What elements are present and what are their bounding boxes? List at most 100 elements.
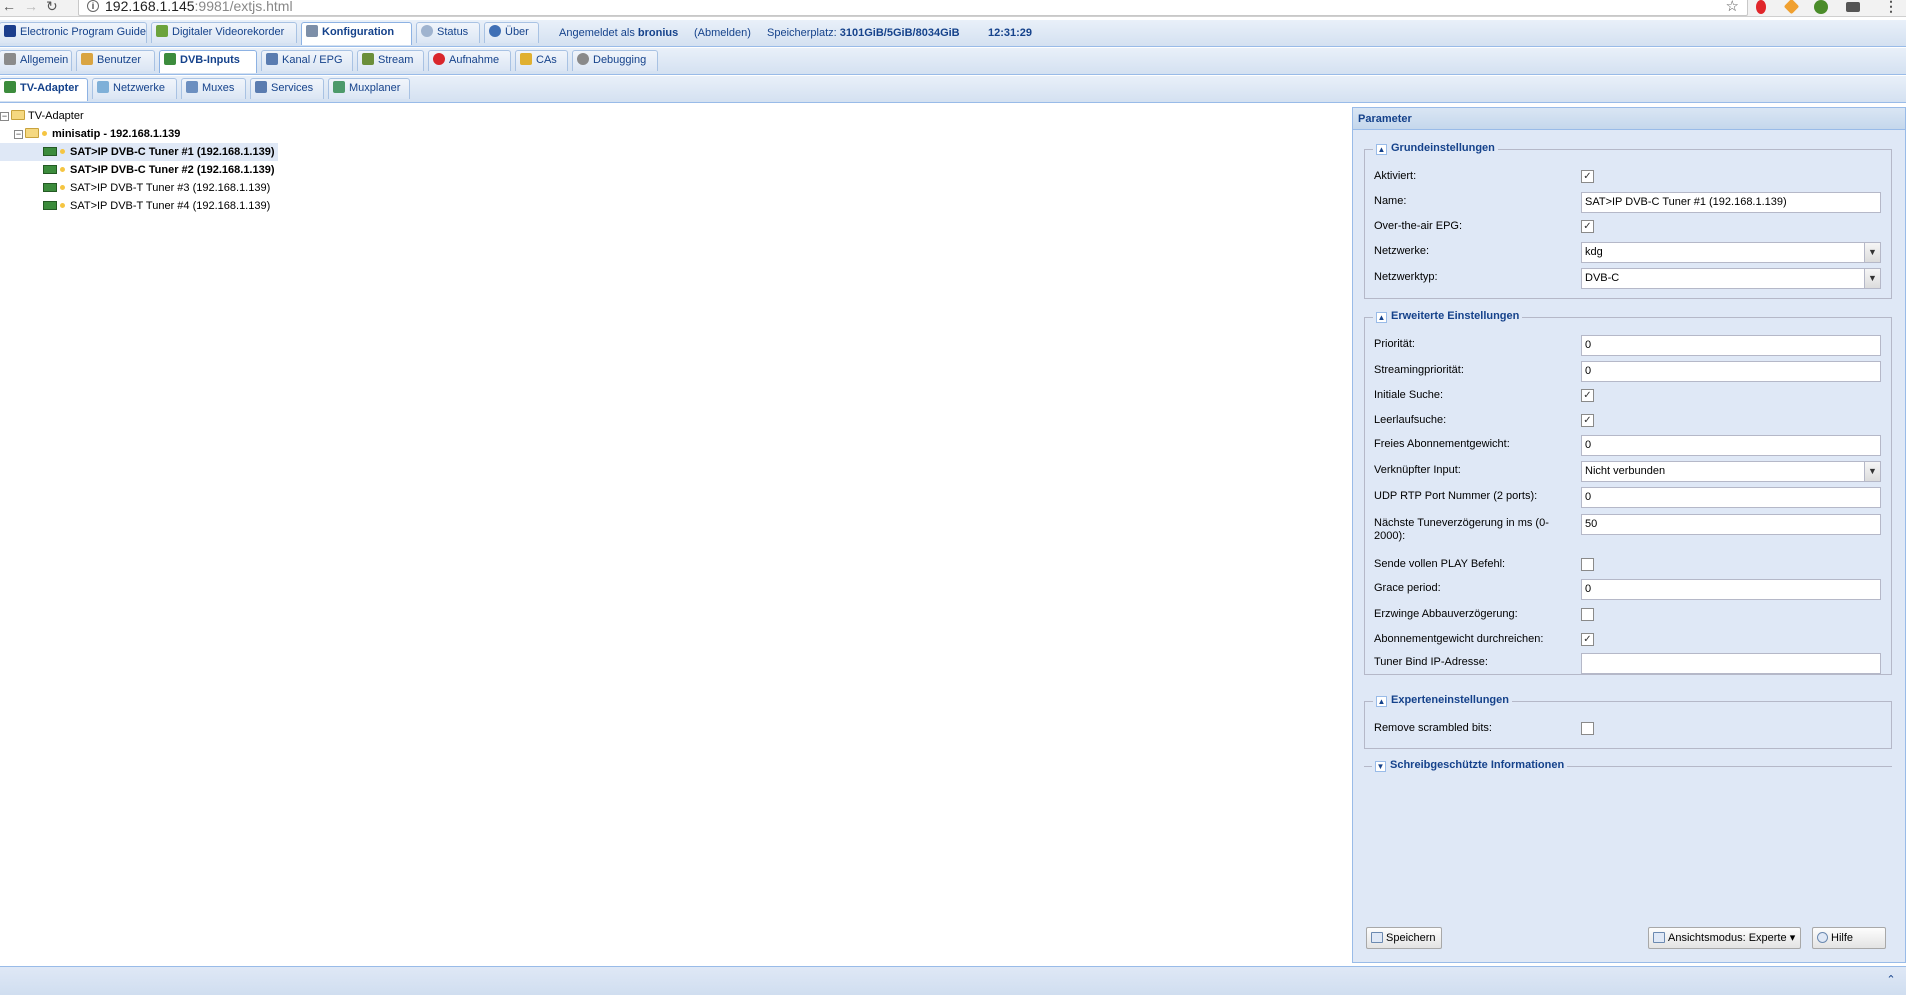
aktiviert-checkbox[interactable]: ✓ xyxy=(1581,170,1594,183)
collapse-icon[interactable]: − xyxy=(0,112,9,121)
forward-arrow-icon[interactable]: → xyxy=(24,0,38,13)
tuner-card-icon xyxy=(43,201,57,210)
dropdown-arrow-icon: ▾ xyxy=(1789,932,1796,944)
double-chevron-up-icon[interactable]: ⌃ xyxy=(1884,974,1898,988)
row-abo-durch: Abonnementgewicht durchreichen: ✓ xyxy=(1374,630,1886,650)
browser-toolbar: ← → ↻ i 192.168.1.145:9981/extjs.html ☆ … xyxy=(0,0,1906,17)
star-icon[interactable]: ☆ xyxy=(1726,0,1739,15)
tab-kanal-epg[interactable]: Kanal / EPG xyxy=(261,50,353,71)
abbau-checkbox[interactable] xyxy=(1581,608,1594,621)
tree-tuner-3[interactable]: SAT>IP DVB-T Tuner #3 (192.168.1.139) xyxy=(43,179,270,197)
tab-services[interactable]: Services xyxy=(250,78,324,99)
antenna-icon xyxy=(97,81,109,93)
tab-debugging[interactable]: Debugging xyxy=(572,50,658,71)
stream-icon xyxy=(362,53,374,65)
clock: 12:31:29 xyxy=(988,27,1033,39)
tab-muxes[interactable]: Muxes xyxy=(181,78,246,99)
initiale-suche-checkbox[interactable]: ✓ xyxy=(1581,389,1594,402)
view-mode-button[interactable]: Ansichtsmodus: Experte ▾ xyxy=(1648,927,1802,949)
tab-netzwerke[interactable]: Netzwerke xyxy=(92,78,177,99)
legend-basic[interactable]: ▲ Grundeinstellungen xyxy=(1373,142,1498,155)
parameter-panel: Parameter ▲ Grundeinstellungen Aktiviert:… xyxy=(1352,107,1906,963)
status-bar: ⌃ xyxy=(0,966,1906,995)
panel-title: Parameter xyxy=(1353,108,1905,130)
netzwerke-select[interactable]: kdg ▼ xyxy=(1581,242,1881,263)
save-button[interactable]: Speichern xyxy=(1366,927,1442,949)
menu-dots-icon[interactable]: ⋮ xyxy=(1884,0,1898,13)
scheduler-icon xyxy=(333,81,345,93)
collapse-toggle-icon[interactable]: ▲ xyxy=(1376,696,1387,707)
legend-expert[interactable]: ▲ Experteneinstellungen xyxy=(1373,694,1512,707)
tree-tuner-4[interactable]: SAT>IP DVB-T Tuner #4 (192.168.1.139) xyxy=(43,197,270,215)
legend-readonly[interactable]: ▼ Schreibgeschützte Informationen xyxy=(1372,759,1568,772)
tab-benutzer[interactable]: Benutzer xyxy=(76,50,155,71)
row-play: Sende vollen PLAY Befehl: xyxy=(1374,555,1886,575)
udp-port-input[interactable]: 0 xyxy=(1581,487,1881,508)
url-path: :9981/extjs.html xyxy=(194,0,293,14)
row-abbau: Erzwinge Abbauverzögerung: xyxy=(1374,605,1886,625)
tab-tv-adapter[interactable]: TV-Adapter xyxy=(0,78,88,101)
row-grace: Grace period: 0 xyxy=(1374,579,1886,600)
name-input[interactable]: SAT>IP DVB-C Tuner #1 (192.168.1.139) xyxy=(1581,192,1881,213)
reload-icon[interactable]: ↻ xyxy=(46,0,58,13)
tab-epg[interactable]: Electronic Program Guide xyxy=(0,22,147,43)
tab-muxplaner[interactable]: Muxplaner xyxy=(328,78,410,99)
grace-input[interactable]: 0 xyxy=(1581,579,1881,600)
row-netzwerke: Netzwerke: kdg ▼ xyxy=(1374,242,1886,263)
tab-dvr[interactable]: Digitaler Videorekorder xyxy=(151,22,297,43)
play-checkbox[interactable] xyxy=(1581,558,1594,571)
tab-cas[interactable]: CAs xyxy=(515,50,568,71)
tv-icon xyxy=(266,53,278,65)
epg-checkbox[interactable]: ✓ xyxy=(1581,220,1594,233)
chevron-down-icon[interactable]: ▼ xyxy=(1864,269,1880,288)
tree-tuner-1[interactable]: SAT>IP DVB-C Tuner #1 (192.168.1.139) xyxy=(0,143,278,161)
legend-advanced[interactable]: ▲ Erweiterte Einstellungen xyxy=(1373,310,1523,323)
bind-ip-input[interactable] xyxy=(1581,653,1881,674)
netzwerktyp-select[interactable]: DVB-C ▼ xyxy=(1581,268,1881,289)
chevron-down-icon[interactable]: ▼ xyxy=(1864,243,1880,262)
bug-icon xyxy=(577,53,589,65)
storage-info: Speicherplatz: 3101GiB/5GiB/8034GiB xyxy=(767,27,960,39)
info-icon[interactable]: i xyxy=(87,0,99,12)
leerlauf-checkbox[interactable]: ✓ xyxy=(1581,414,1594,427)
tab-allgemein[interactable]: Allgemein xyxy=(0,50,72,71)
tuner-card-icon xyxy=(43,183,57,192)
opera-icon[interactable] xyxy=(1756,0,1766,14)
tree-device[interactable]: − minisatip - 192.168.1.139 xyxy=(14,125,180,143)
tools-icon xyxy=(4,53,16,65)
abo-durch-checkbox[interactable]: ✓ xyxy=(1581,633,1594,646)
extension-hd-icon[interactable] xyxy=(1846,2,1860,12)
extension-shield-icon[interactable] xyxy=(1814,0,1828,14)
collapse-icon[interactable]: − xyxy=(14,130,23,139)
fieldset-expert: ▲ Experteneinstellungen Remove scrambled … xyxy=(1364,694,1892,749)
streamprio-input[interactable]: 0 xyxy=(1581,361,1881,382)
abo-input[interactable]: 0 xyxy=(1581,435,1881,456)
address-bar[interactable]: i 192.168.1.145:9981/extjs.html ☆ xyxy=(78,0,1748,16)
tree-root[interactable]: − TV-Adapter xyxy=(0,107,84,125)
chevron-down-icon[interactable]: ▼ xyxy=(1864,462,1880,481)
tab-aufnahme[interactable]: Aufnahme xyxy=(428,50,511,71)
key-icon xyxy=(520,53,532,65)
help-button[interactable]: Hilfe xyxy=(1812,927,1886,949)
tab-status[interactable]: Status xyxy=(416,22,480,43)
collapse-toggle-icon[interactable]: ▲ xyxy=(1376,144,1387,155)
view-mode-icon xyxy=(1653,932,1665,943)
logout-link[interactable]: (Abmelden) xyxy=(694,20,751,46)
tab-konfiguration[interactable]: Konfiguration xyxy=(301,22,412,45)
tune-delay-input[interactable]: 50 xyxy=(1581,514,1881,535)
status-dot-icon xyxy=(60,203,65,208)
tree-tuner-2[interactable]: SAT>IP DVB-C Tuner #2 (192.168.1.139) xyxy=(43,161,275,179)
prioritaet-input[interactable]: 0 xyxy=(1581,335,1881,356)
back-arrow-icon[interactable]: ← xyxy=(2,0,16,13)
extension-diamond-icon[interactable] xyxy=(1783,0,1800,15)
tab-dvb-inputs[interactable]: DVB-Inputs xyxy=(159,50,257,73)
verknuepft-select[interactable]: Nicht verbunden ▼ xyxy=(1581,461,1881,482)
tab-ueber[interactable]: Über xyxy=(484,22,539,43)
row-aktiviert: Aktiviert: ✓ xyxy=(1374,167,1886,187)
scrambled-checkbox[interactable] xyxy=(1581,722,1594,735)
row-udp: UDP RTP Port Nummer (2 ports): 0 xyxy=(1374,487,1886,508)
collapse-toggle-icon[interactable]: ▲ xyxy=(1376,312,1387,323)
row-netzwerktyp: Netzwerktyp: DVB-C ▼ xyxy=(1374,268,1886,289)
expand-toggle-icon[interactable]: ▼ xyxy=(1375,761,1386,772)
tab-stream[interactable]: Stream xyxy=(357,50,424,71)
